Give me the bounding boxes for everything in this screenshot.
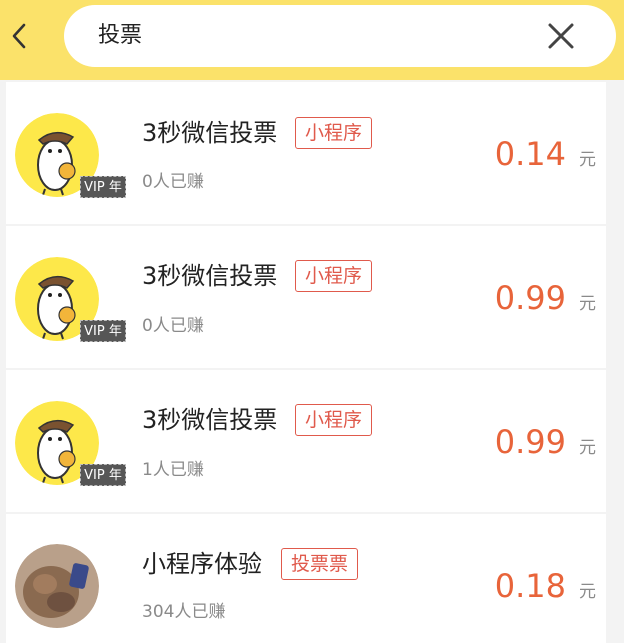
vip-badge: VIP 年 [80,464,126,486]
task-title: 3秒微信投票 [142,119,278,147]
chevron-left-icon [12,23,26,49]
earned-count: 304人已赚 [142,602,226,622]
task-type-tag: 投票票 [281,548,359,580]
task-type-tag: 小程序 [295,404,373,436]
top-bar: 投票 [0,0,624,80]
vip-badge: VIP 年 [80,176,126,198]
currency-unit: 元 [579,438,596,458]
task-type-tag: 小程序 [295,117,373,149]
task-item[interactable]: 小程序体验 投票票 304人已赚 0.18 元 [6,514,606,643]
earned-count: 0人已赚 [142,316,204,336]
task-type-tag: 小程序 [295,260,373,292]
task-price: 0.99 [494,423,566,461]
back-button[interactable] [2,14,38,58]
currency-unit: 元 [579,294,596,314]
search-query-text: 投票 [98,23,143,48]
currency-unit: 元 [579,150,596,170]
clear-search-button[interactable] [544,19,578,53]
task-price: 0.14 [494,135,566,173]
earned-count: 1人已赚 [142,460,204,480]
task-item[interactable]: VIP 年 3秒微信投票 小程序 0人已赚 0.14 元 [6,82,606,224]
task-price: 0.99 [494,279,566,317]
task-title: 小程序体验 [142,550,262,578]
task-title: 3秒微信投票 [142,406,278,434]
currency-unit: 元 [579,582,596,602]
task-price: 0.18 [494,567,566,605]
earned-count: 0人已赚 [142,172,204,192]
vip-badge: VIP 年 [80,320,126,342]
task-item[interactable]: VIP 年 3秒微信投票 小程序 1人已赚 0.99 元 [6,370,606,512]
task-title: 3秒微信投票 [142,262,278,290]
close-icon [548,23,574,49]
search-input[interactable]: 投票 [64,5,616,67]
photo-avatar [15,544,99,628]
task-item[interactable]: VIP 年 3秒微信投票 小程序 0人已赚 0.99 元 [6,226,606,368]
